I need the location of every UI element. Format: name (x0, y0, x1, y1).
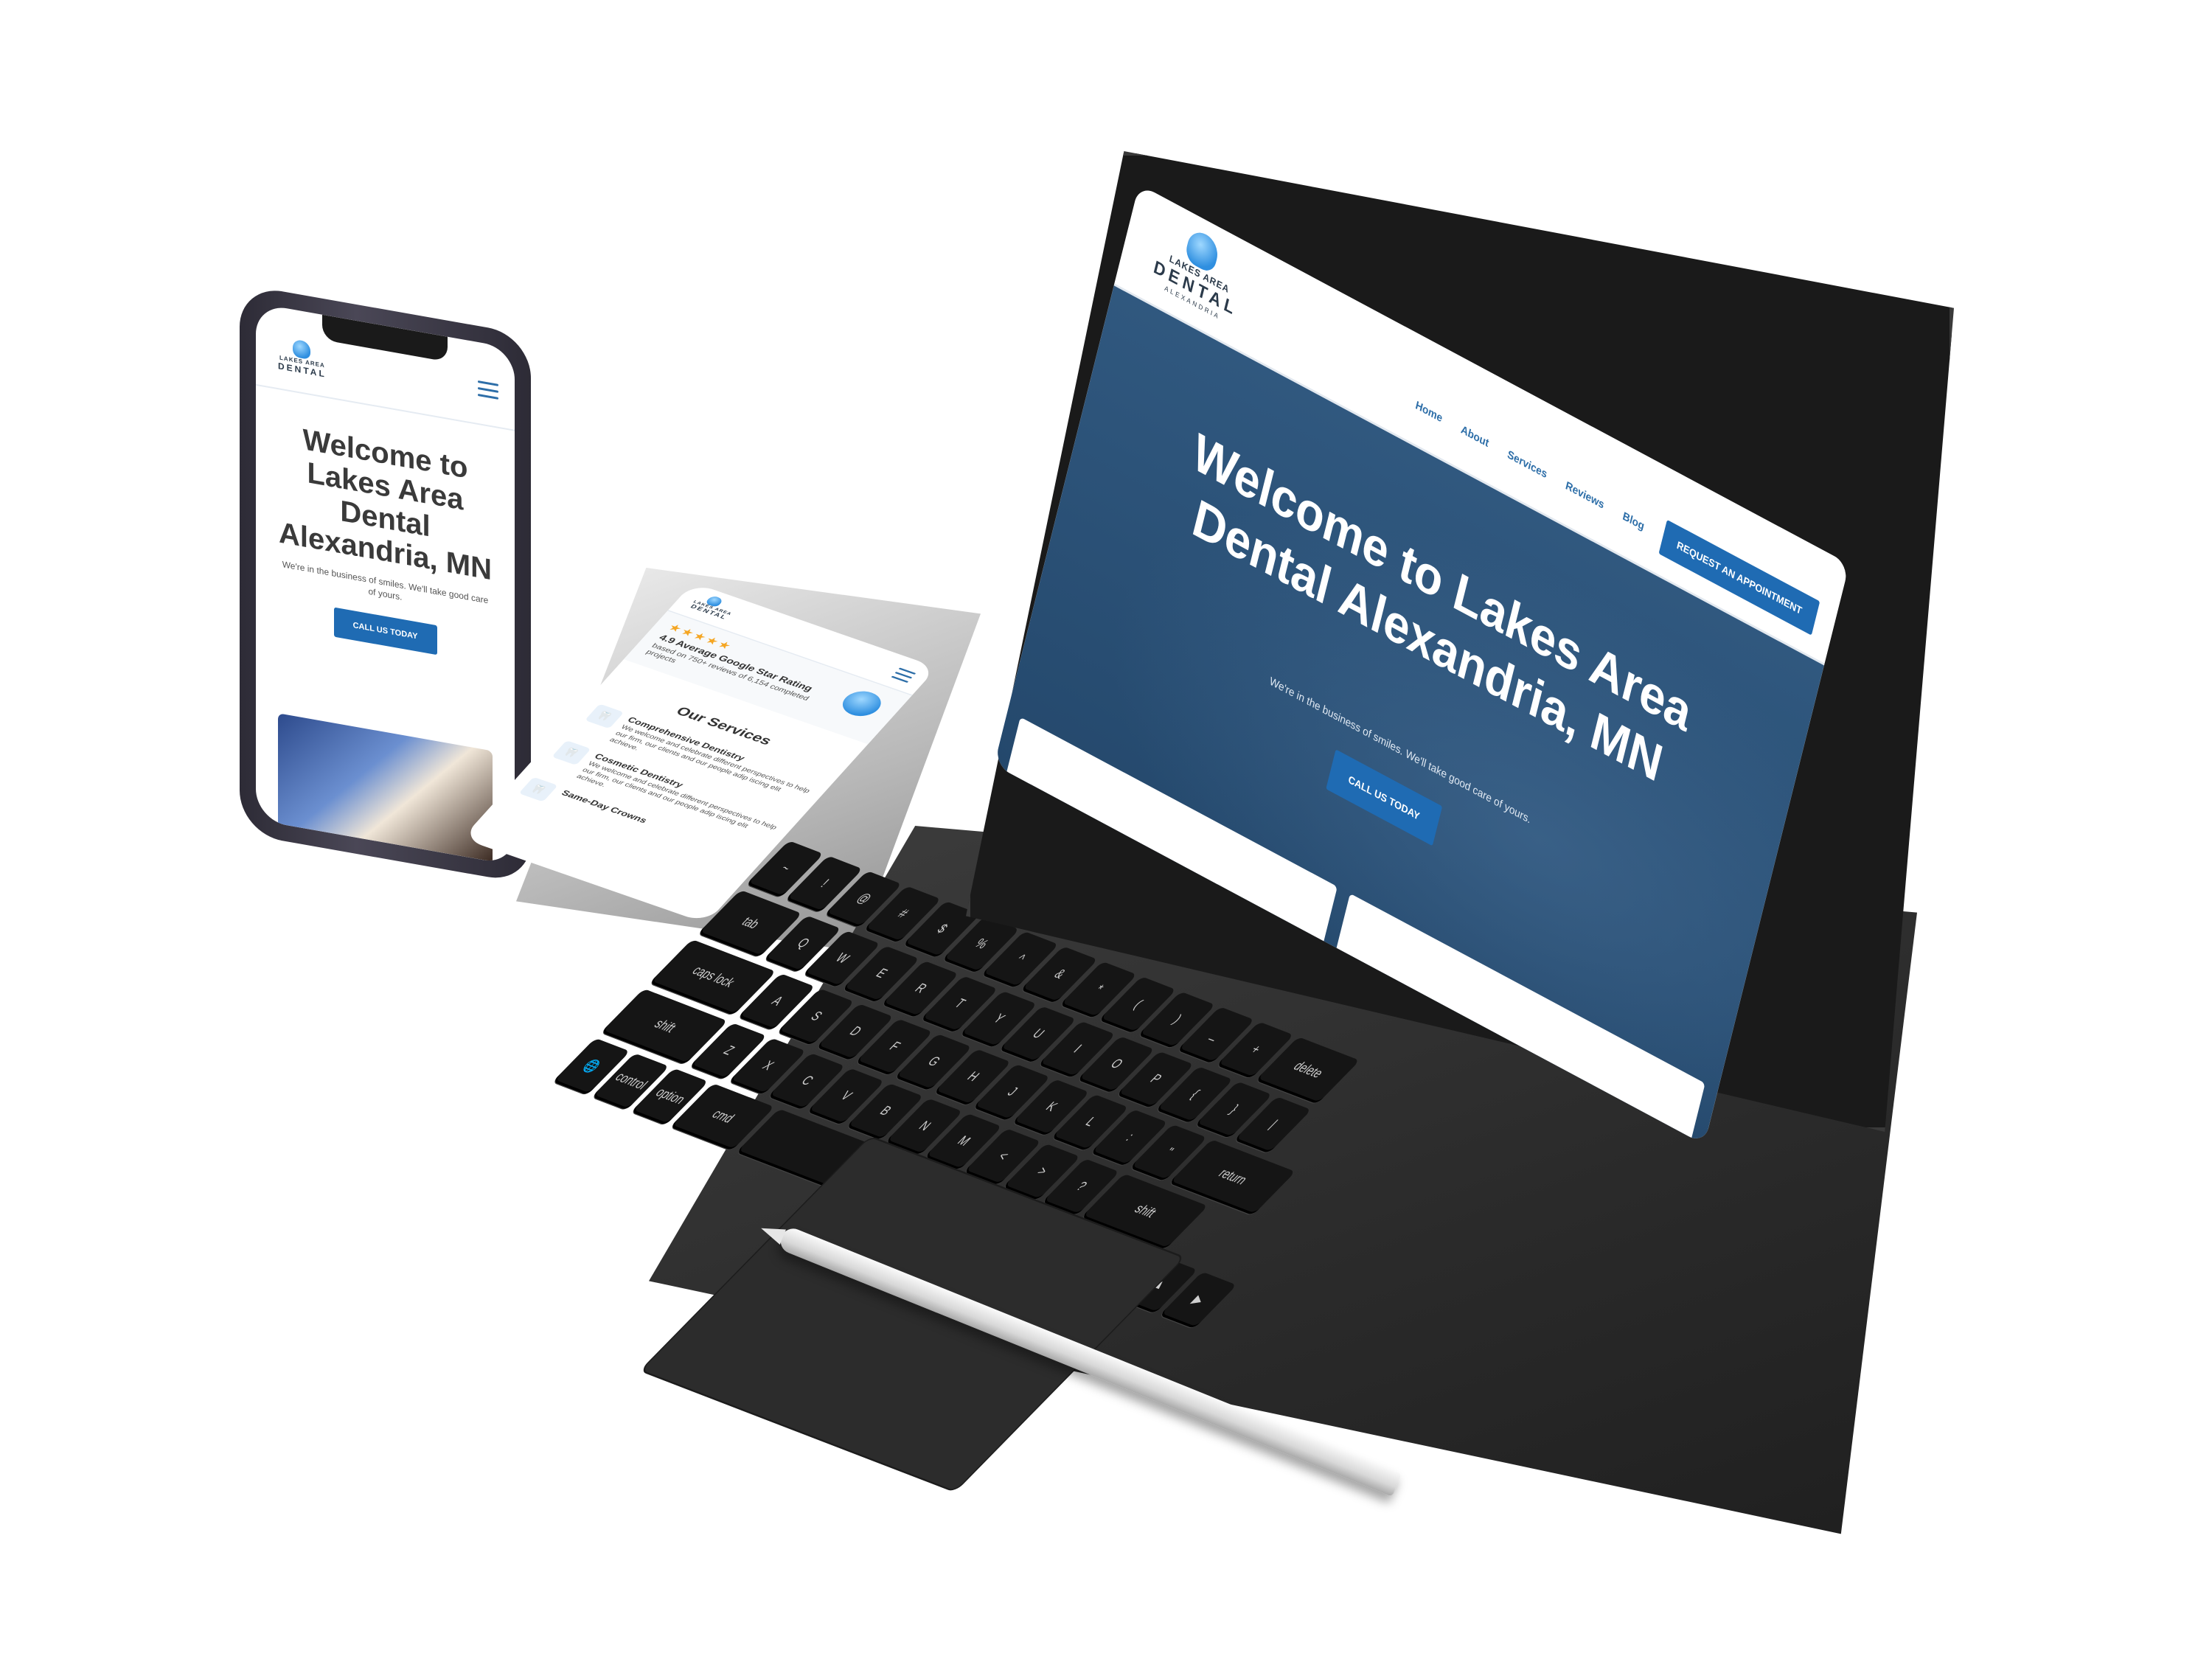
site-logo[interactable]: LAKES AREA DENTAL (688, 592, 740, 622)
nav-services[interactable]: Services (1506, 448, 1548, 481)
nav-home[interactable]: Home (1414, 398, 1444, 424)
tooth-icon: 🦷 (585, 703, 625, 729)
device-mockup-scene: LAKES AREA DENTAL Welcome to Lakes Area … (0, 0, 2212, 1659)
tooth-icon: 🦷 (552, 740, 591, 765)
hamburger-menu-icon[interactable] (888, 667, 917, 685)
nav-blog[interactable]: Blog (1621, 509, 1646, 533)
tooth-icon: 🦷 (518, 776, 558, 802)
hamburger-menu-icon[interactable] (478, 380, 498, 404)
nav-reviews[interactable]: Reviews (1565, 479, 1606, 511)
phone-portrait-screen: LAKES AREA DENTAL Welcome to Lakes Area … (256, 302, 515, 866)
site-logo[interactable]: LAKES AREA DENTAL (278, 336, 327, 380)
phone-portrait: LAKES AREA DENTAL Welcome to Lakes Area … (240, 284, 531, 885)
call-us-button[interactable]: CALL US TODAY (333, 607, 437, 655)
nav-about[interactable]: About (1460, 422, 1490, 449)
